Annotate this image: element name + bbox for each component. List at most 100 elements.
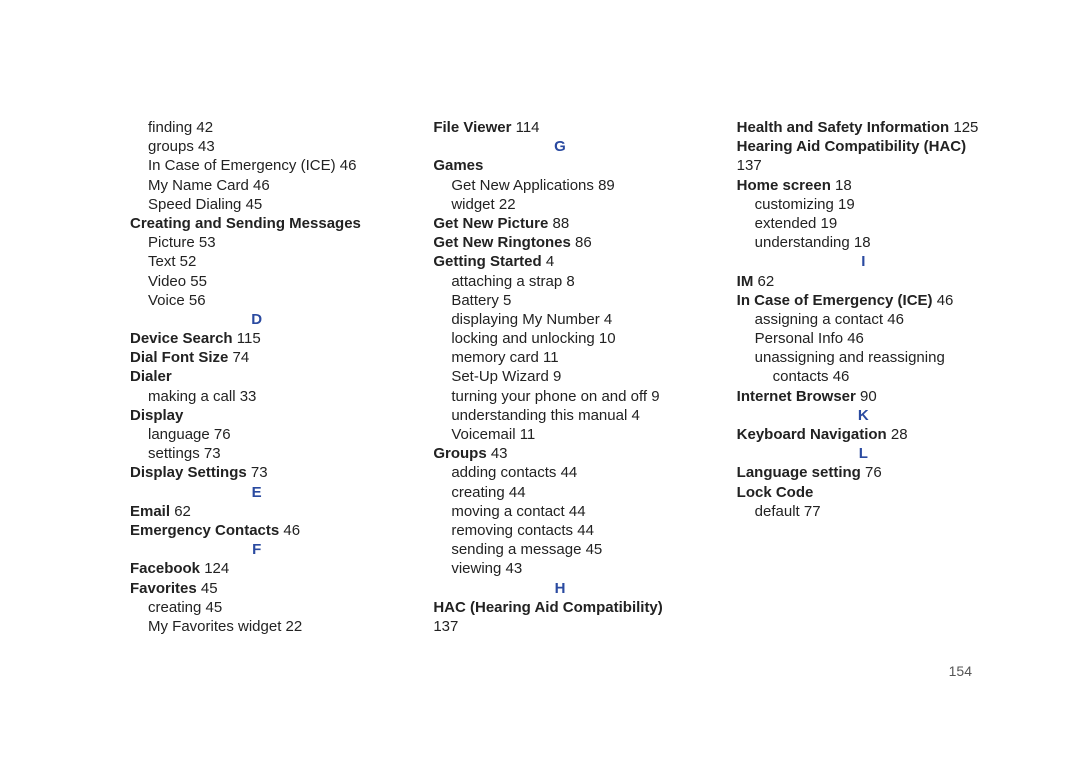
entry-text: Device Search <box>130 330 233 347</box>
entry-page: 56 <box>185 292 206 309</box>
index-entry: adding contacts 44 <box>433 463 686 482</box>
index-entry: displaying My Number 4 <box>433 310 686 329</box>
index-entry: My Favorites widget 22 <box>130 617 383 636</box>
index-entry: Personal Info 46 <box>737 329 990 348</box>
index-entry: finding 42 <box>130 118 383 137</box>
entry-text: Voicemail <box>451 426 515 443</box>
entry-text: K <box>858 407 869 424</box>
entry-page: 55 <box>186 273 207 290</box>
entry-text: Display <box>130 407 183 424</box>
index-entry: IM 62 <box>737 272 990 291</box>
entry-page: 11 <box>539 349 559 366</box>
section-letter: L <box>737 444 990 463</box>
entry-text: memory card <box>451 349 539 366</box>
entry-text: locking and unlocking <box>451 330 594 347</box>
entry-page: 4 <box>542 253 555 270</box>
entry-text: attaching a strap <box>451 273 562 290</box>
index-entry: contacts 46 <box>737 367 990 386</box>
index-entry: unassigning and reassigning <box>737 348 990 367</box>
index-entry: default 77 <box>737 502 990 521</box>
index-entry: language 76 <box>130 425 383 444</box>
entry-text: Get New Picture <box>433 215 548 232</box>
index-entry: Get New Picture 88 <box>433 214 686 233</box>
entry-text: sending a message <box>451 541 581 558</box>
entry-text: unassigning and reassigning <box>755 349 945 366</box>
index-page: finding 42groups 43 In Case of Emergency … <box>0 0 1080 688</box>
index-entry: making a call 33 <box>130 387 383 406</box>
entry-text: Emergency Contacts <box>130 522 279 539</box>
entry-text: Dial Font Size <box>130 349 228 366</box>
entry-page: 53 <box>195 234 216 251</box>
entry-page: 124 <box>200 560 229 577</box>
entry-page: 46 <box>336 157 357 174</box>
entry-page: 73 <box>200 445 221 462</box>
entry-text: L <box>859 445 868 462</box>
entry-page: 4 <box>600 311 613 328</box>
entry-page: 46 <box>279 522 300 539</box>
entry-page: 76 <box>210 426 231 443</box>
index-entry: creating 44 <box>433 483 686 502</box>
entry-page: 46 <box>883 311 904 328</box>
entry-text: Battery <box>451 292 499 309</box>
entry-page: 86 <box>571 234 592 251</box>
section-letter: K <box>737 406 990 425</box>
index-entry: Creating and Sending Messages <box>130 214 383 233</box>
entry-text: displaying My Number <box>451 311 599 328</box>
index-entry: creating 45 <box>130 598 383 617</box>
entry-text: Dialer <box>130 368 172 385</box>
index-entry: Device Search 115 <box>130 329 383 348</box>
entry-page: 45 <box>581 541 602 558</box>
index-entry: Health and Safety Information 125 <box>737 118 990 137</box>
entry-page: 62 <box>753 273 774 290</box>
index-entry: groups 43 <box>130 137 383 156</box>
entry-text: Lock Code <box>737 484 814 501</box>
index-entry: My Name Card 46 <box>130 176 383 195</box>
entry-page: 4 <box>627 407 640 424</box>
entry-text: I <box>861 253 865 270</box>
index-entry: Facebook 124 <box>130 559 383 578</box>
index-entry: widget 22 <box>433 195 686 214</box>
index-entry: attaching a strap 8 <box>433 272 686 291</box>
index-entry: Lock Code <box>737 483 990 502</box>
index-entry: customizing 19 <box>737 195 990 214</box>
entry-page: 125 <box>949 119 978 136</box>
entry-page: 52 <box>176 253 197 270</box>
entry-page: 19 <box>816 215 837 232</box>
entry-text: My Name Card <box>148 177 249 194</box>
entry-text: Personal Info <box>755 330 843 347</box>
entry-page: 43 <box>487 445 508 462</box>
section-letter: F <box>130 540 383 559</box>
index-entry: understanding 18 <box>737 233 990 252</box>
entry-text: Home screen <box>737 177 831 194</box>
entry-page: 76 <box>861 464 882 481</box>
entry-text: IM <box>737 273 754 290</box>
index-entry: memory card 11 <box>433 348 686 367</box>
entry-text: Hearing Aid Compatibility (HAC) <box>737 138 966 155</box>
entry-page: 43 <box>501 560 522 577</box>
index-entry: Text 52 <box>130 252 383 271</box>
index-entry: In Case of Emergency (ICE) 46 <box>737 291 990 310</box>
entry-page: 114 <box>511 119 539 136</box>
index-entry: settings 73 <box>130 444 383 463</box>
entry-page: 9 <box>647 388 660 405</box>
entry-page: 137 <box>433 618 458 635</box>
section-letter: E <box>130 483 383 502</box>
index-entry: Dial Font Size 74 <box>130 348 383 367</box>
entry-text: turning your phone on and off <box>451 388 647 405</box>
entry-text: Keyboard Navigation <box>737 426 887 443</box>
entry-page: 28 <box>887 426 908 443</box>
entry-text: making a call <box>148 388 236 405</box>
entry-page: 46 <box>843 330 864 347</box>
index-entry: Favorites 45 <box>130 579 383 598</box>
index-entry: HAC (Hearing Aid Compatibility) 137 <box>433 598 686 636</box>
entry-page: 22 <box>495 196 516 213</box>
entry-page: 46 <box>249 177 270 194</box>
entry-text: finding <box>148 119 192 136</box>
entry-text: Facebook <box>130 560 200 577</box>
entry-page: 137 <box>737 157 762 174</box>
entry-page: 115 <box>233 330 261 347</box>
entry-text: creating <box>148 599 201 616</box>
entry-text: F <box>252 541 261 558</box>
entry-text: Groups <box>433 445 486 462</box>
index-entry: removing contacts 44 <box>433 521 686 540</box>
